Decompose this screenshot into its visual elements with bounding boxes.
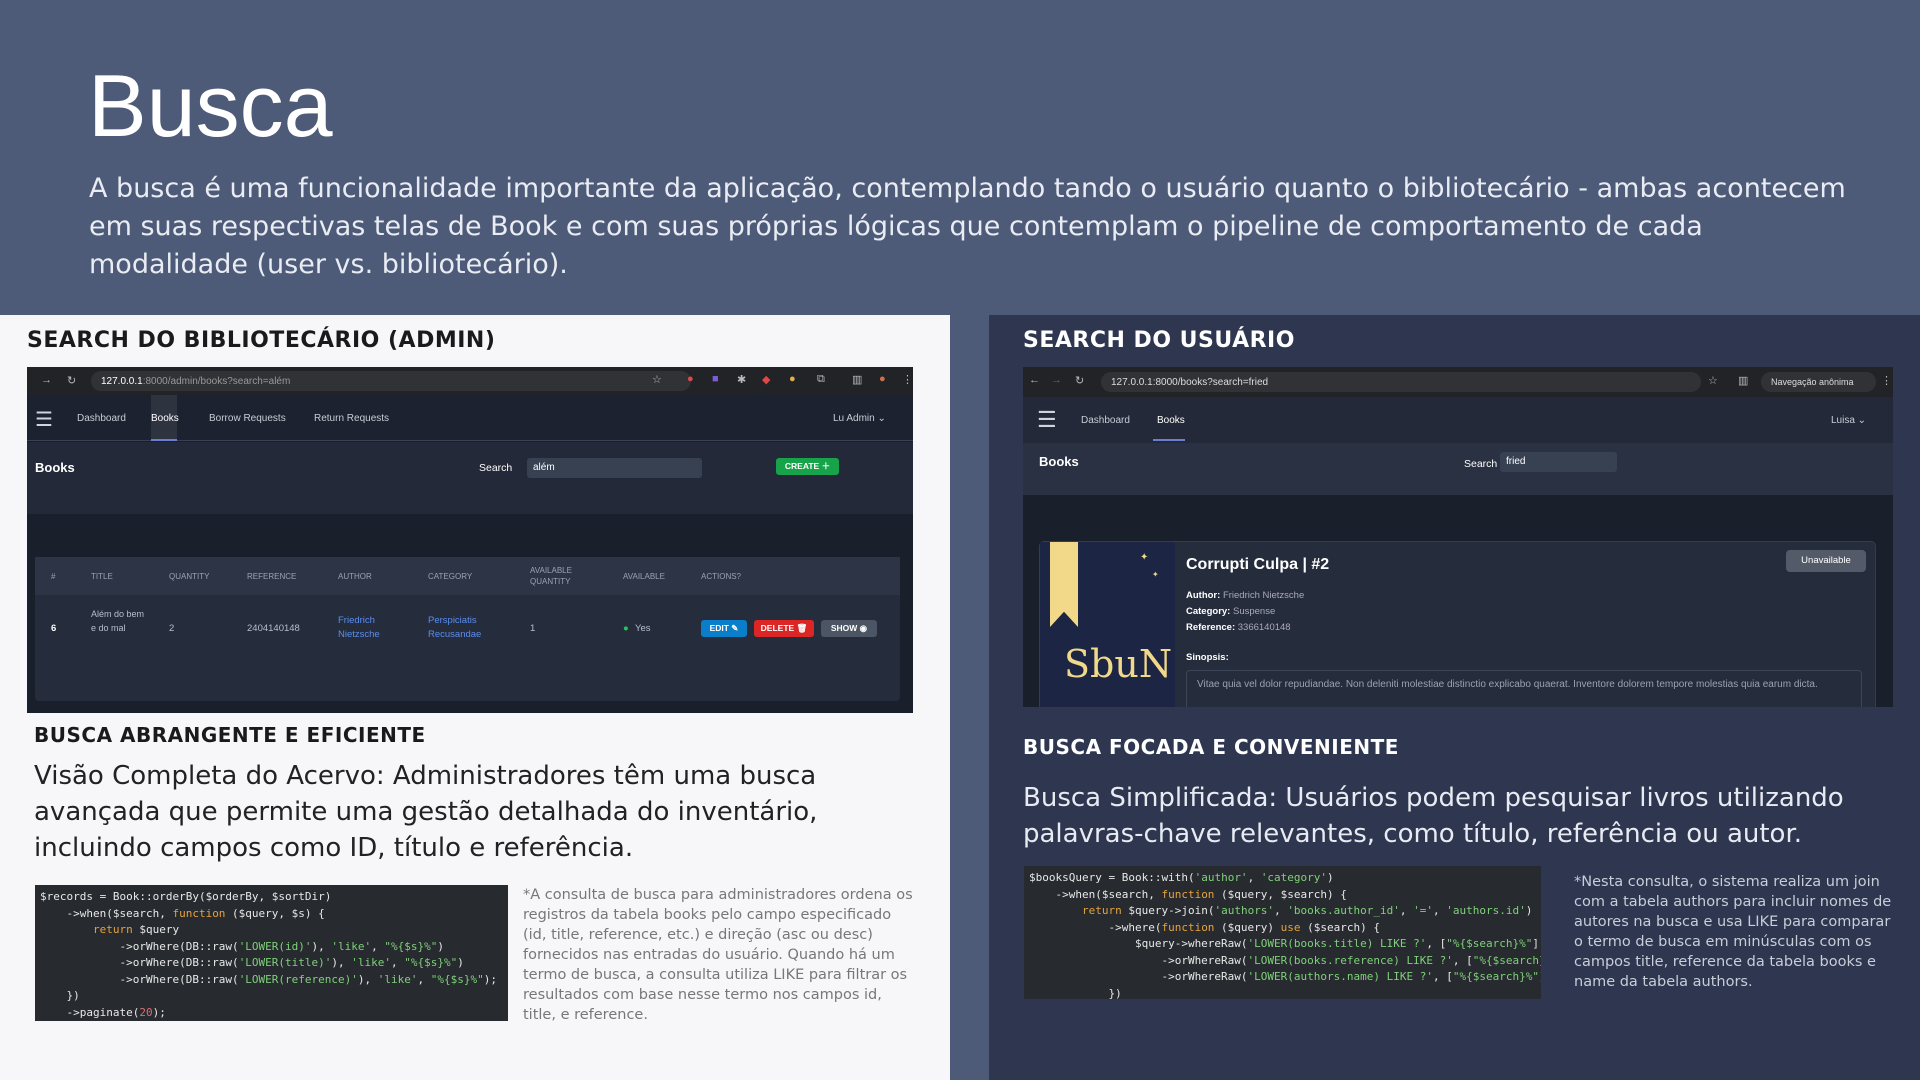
user-subtitle: BUSCA FOCADA E CONVENIENTE	[1023, 735, 1399, 759]
books-heading: Books	[1039, 454, 1079, 469]
edit-button[interactable]: EDIT ✎	[701, 620, 747, 637]
col-reference[interactable]: REFERENCE	[247, 572, 296, 581]
search-label: Search	[1464, 458, 1498, 470]
extension-icon[interactable]: ●	[687, 373, 694, 385]
back-icon[interactable]: ←	[1029, 374, 1040, 386]
forward-icon[interactable]: →	[41, 374, 52, 386]
user-toolbar: Books Search fried	[1023, 443, 1893, 495]
nav-dashboard[interactable]: Dashboard	[1081, 415, 1130, 426]
menu-icon[interactable]: ⋮	[902, 373, 913, 386]
synopsis-text: Vitae quia vel dolor repudiandae. Non de…	[1186, 670, 1862, 707]
user-navbar: ☰ Dashboard Books Luisa ⌄	[1023, 397, 1893, 443]
cover-title: SbuN	[1064, 642, 1173, 686]
admin-body-text: Visão Completa do Acervo: Administradore…	[34, 761, 818, 863]
cell-id: 6	[51, 623, 57, 634]
cell-reference: 2404140148	[247, 623, 300, 634]
logo-books-icon: ☰	[1037, 407, 1057, 432]
incognito-badge[interactable]: Navegação anônima	[1761, 372, 1876, 392]
cell-quantity: 2	[169, 623, 175, 634]
col-author[interactable]: AUTHOR	[338, 572, 372, 581]
search-label: Search	[479, 462, 513, 474]
user-section-title: SEARCH DO USUÁRIO	[1023, 328, 1295, 353]
unavailable-badge: Unavailable	[1786, 550, 1866, 572]
page-title: Busca	[88, 56, 333, 155]
book-meta: Author: Friedrich Nietzsche Category: Su…	[1186, 590, 1305, 633]
header: Busca A busca é uma funcionalidade impor…	[0, 0, 1920, 315]
synopsis-label: Sinopsis:	[1186, 652, 1229, 663]
admin-panel: SEARCH DO BIBLIOTECÁRIO (ADMIN) → ↻ 127.…	[0, 315, 950, 1080]
extension-icon[interactable]: ■	[712, 373, 719, 385]
book-cover: ✦ ✦ SbuN	[1040, 542, 1175, 707]
col-title[interactable]: TITLE	[91, 572, 113, 581]
col-actions: ACTIONS?	[701, 572, 742, 581]
user-screenshot: ← → ↻ 127.0.0.1:8000/books?search=fried …	[1023, 367, 1893, 707]
col-available-quantity[interactable]: AVAILABLE QUANTITY	[530, 565, 582, 587]
nav-active-indicator	[1153, 439, 1185, 441]
admin-toolbar: Books Search além CREATE ＋	[27, 442, 913, 514]
available-dot-icon: ●	[623, 623, 629, 634]
cell-author-link[interactable]: Friedrich Nietzsche	[338, 614, 393, 642]
extension-icon[interactable]: ◆	[762, 373, 770, 386]
bookmark-icon	[1050, 542, 1078, 627]
admin-subtitle: BUSCA ABRANGENTE E EFICIENTE	[34, 723, 426, 747]
col-category[interactable]: CATEGORY	[428, 572, 472, 581]
admin-screenshot: → ↻ 127.0.0.1:8000/admin/books?search=al…	[27, 367, 913, 713]
star-icon: ✦	[1140, 552, 1149, 563]
reload-icon[interactable]: ↻	[1075, 374, 1084, 387]
user-panel: SEARCH DO USUÁRIO ← → ↻ 127.0.0.1:8000/b…	[989, 315, 1920, 1080]
create-button[interactable]: CREATE ＋	[776, 458, 839, 475]
address-bar[interactable]: 127.0.0.1:8000/books?search=fried	[1101, 372, 1701, 392]
avatar[interactable]: ●	[879, 373, 886, 385]
logo-books-icon: ☰	[35, 409, 53, 431]
search-input[interactable]: fried	[1500, 452, 1617, 472]
menu-icon[interactable]: ⋮	[1881, 374, 1892, 387]
admin-code-block: $records = Book::orderBy($orderBy, $sort…	[35, 885, 508, 1021]
star-icon[interactable]: ☆	[652, 373, 662, 386]
sidebar-icon[interactable]: ▥	[1738, 374, 1748, 387]
col-id[interactable]: #	[51, 572, 55, 581]
book-card[interactable]: ✦ ✦ SbuN Corrupti Culpa | #2 Unavailable…	[1039, 541, 1876, 707]
nav-borrow-requests[interactable]: Borrow Requests	[209, 413, 286, 424]
user-note: *Nesta consulta, o sistema realiza um jo…	[1574, 874, 1892, 990]
search-input[interactable]: além	[527, 458, 702, 478]
books-heading: Books	[35, 460, 75, 475]
user-menu[interactable]: Luisa ⌄	[1831, 415, 1866, 426]
reload-icon[interactable]: ↻	[67, 374, 76, 387]
address-bar[interactable]: 127.0.0.1:8000/admin/books?search=além	[91, 371, 691, 391]
nav-dashboard[interactable]: Dashboard	[77, 413, 126, 424]
cell-category-link[interactable]: Perspiciatis Recusandae	[428, 614, 494, 642]
browser-bar: → ↻ 127.0.0.1:8000/admin/books?search=al…	[27, 367, 913, 395]
cell-available: Yes	[635, 623, 651, 634]
nav-active-indicator	[151, 395, 177, 441]
star-icon: ✦	[1152, 570, 1159, 579]
user-body-text: Busca Simplificada: Usuários podem pesqu…	[1023, 783, 1844, 849]
forward-icon[interactable]: →	[1051, 374, 1062, 386]
browser-bar: ← → ↻ 127.0.0.1:8000/books?search=fried …	[1023, 367, 1893, 397]
admin-navbar: ☰ Dashboard Books Borrow Requests Return…	[27, 395, 913, 441]
show-button[interactable]: SHOW ◉	[821, 620, 877, 637]
book-title: Corrupti Culpa | #2	[1186, 556, 1330, 573]
star-icon[interactable]: ☆	[1708, 374, 1718, 387]
cell-available-quantity: 1	[530, 623, 536, 634]
delete-button[interactable]: DELETE 🗑	[754, 620, 814, 637]
nav-return-requests[interactable]: Return Requests	[314, 413, 389, 424]
cell-title: Além do bem e do mal	[91, 609, 145, 633]
nav-books[interactable]: Books	[1157, 415, 1185, 426]
extension-icon[interactable]: ●	[789, 373, 796, 385]
user-code-block: $booksQuery = Book::with('author', 'cate…	[1024, 866, 1541, 999]
extension-icon[interactable]: ✱	[737, 373, 746, 386]
user-menu[interactable]: Lu Admin ⌄	[833, 413, 886, 424]
intro-text: A busca é uma funcionalidade importante …	[89, 173, 1846, 280]
puzzle-icon[interactable]: ⧉	[817, 373, 825, 386]
col-available[interactable]: AVAILABLE	[623, 572, 665, 581]
books-table: # TITLE QUANTITY REFERENCE AUTHOR CATEGO…	[35, 557, 900, 701]
admin-section-title: SEARCH DO BIBLIOTECÁRIO (ADMIN)	[27, 328, 496, 353]
col-quantity[interactable]: QUANTITY	[169, 572, 209, 581]
sidebar-icon[interactable]: ▥	[852, 373, 862, 386]
admin-note: *A consulta de busca para administradore…	[523, 887, 913, 1023]
